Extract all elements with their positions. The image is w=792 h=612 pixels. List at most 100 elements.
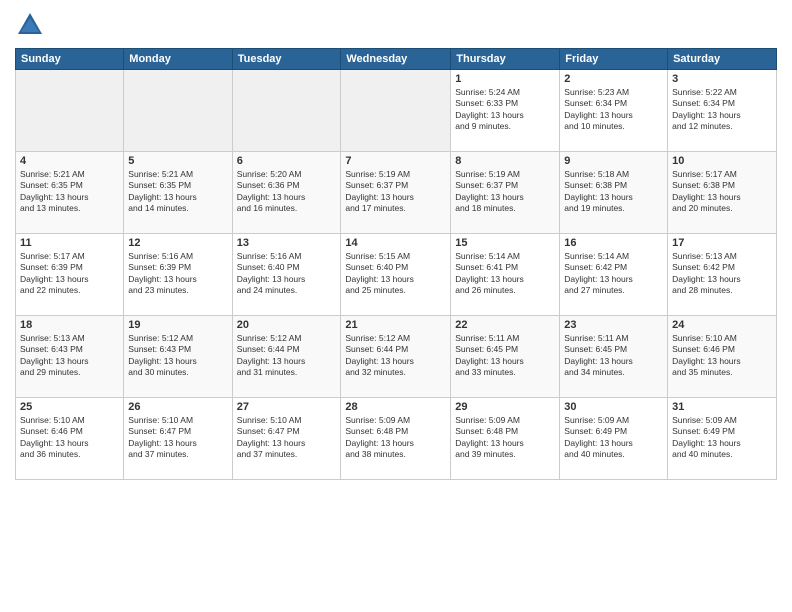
calendar-cell: 8 Sunrise: 5:19 AMSunset: 6:37 PMDaylight… bbox=[451, 152, 560, 234]
day-number: 30 bbox=[564, 401, 663, 413]
calendar-cell: 17 Sunrise: 5:13 AMSunset: 6:42 PMDayligh… bbox=[668, 234, 777, 316]
day-info: Sunrise: 5:09 AMSunset: 6:48 PMDaylight:… bbox=[345, 415, 446, 461]
col-header-friday: Friday bbox=[560, 49, 668, 70]
day-number: 15 bbox=[455, 237, 555, 249]
calendar-cell: 14 Sunrise: 5:15 AMSunset: 6:40 PMDayligh… bbox=[341, 234, 451, 316]
day-info: Sunrise: 5:19 AMSunset: 6:37 PMDaylight:… bbox=[455, 169, 555, 215]
day-number: 13 bbox=[237, 237, 337, 249]
day-number: 16 bbox=[564, 237, 663, 249]
col-header-wednesday: Wednesday bbox=[341, 49, 451, 70]
day-info: Sunrise: 5:24 AMSunset: 6:33 PMDaylight:… bbox=[455, 87, 555, 133]
calendar-cell: 25Sunrise: 5:10 AMSunset: 6:46 PMDayligh… bbox=[16, 398, 124, 480]
col-header-tuesday: Tuesday bbox=[232, 49, 341, 70]
day-number: 10 bbox=[672, 155, 772, 167]
day-info: Sunrise: 5:10 AMSunset: 6:47 PMDaylight:… bbox=[128, 415, 227, 461]
day-number: 31 bbox=[672, 401, 772, 413]
calendar-cell: 15 Sunrise: 5:14 AMSunset: 6:41 PMDayligh… bbox=[451, 234, 560, 316]
calendar-cell bbox=[16, 70, 124, 152]
day-info: Sunrise: 5:12 AMSunset: 6:44 PMDaylight:… bbox=[345, 333, 446, 379]
calendar-week-row: 25Sunrise: 5:10 AMSunset: 6:46 PMDayligh… bbox=[16, 398, 777, 480]
calendar-header-row: SundayMondayTuesdayWednesdayThursdayFrid… bbox=[16, 49, 777, 70]
day-info: Sunrise: 5:09 AMSunset: 6:48 PMDaylight:… bbox=[455, 415, 555, 461]
day-number: 28 bbox=[345, 401, 446, 413]
day-number: 11 bbox=[20, 237, 119, 249]
day-info: Sunrise: 5:11 AMSunset: 6:45 PMDaylight:… bbox=[564, 333, 663, 379]
calendar: SundayMondayTuesdayWednesdayThursdayFrid… bbox=[15, 48, 777, 480]
day-info: Sunrise: 5:20 AMSunset: 6:36 PMDaylight:… bbox=[237, 169, 337, 215]
day-number: 29 bbox=[455, 401, 555, 413]
calendar-cell: 26 Sunrise: 5:10 AMSunset: 6:47 PMDayligh… bbox=[124, 398, 232, 480]
day-info: Sunrise: 5:15 AMSunset: 6:40 PMDaylight:… bbox=[345, 251, 446, 297]
day-info: Sunrise: 5:14 AMSunset: 6:42 PMDaylight:… bbox=[564, 251, 663, 297]
day-info: Sunrise: 5:19 AMSunset: 6:37 PMDaylight:… bbox=[345, 169, 446, 215]
day-number: 26 bbox=[128, 401, 227, 413]
day-number: 24 bbox=[672, 319, 772, 331]
calendar-cell: 29 Sunrise: 5:09 AMSunset: 6:48 PMDayligh… bbox=[451, 398, 560, 480]
day-number: 23 bbox=[564, 319, 663, 331]
day-number: 17 bbox=[672, 237, 772, 249]
calendar-cell: 13Sunrise: 5:16 AMSunset: 6:40 PMDayligh… bbox=[232, 234, 341, 316]
col-header-sunday: Sunday bbox=[16, 49, 124, 70]
day-number: 3 bbox=[672, 73, 772, 85]
calendar-cell: 6 Sunrise: 5:20 AMSunset: 6:36 PMDaylight… bbox=[232, 152, 341, 234]
day-number: 12 bbox=[128, 237, 227, 249]
day-info: Sunrise: 5:12 AMSunset: 6:44 PMDaylight:… bbox=[237, 333, 337, 379]
day-number: 9 bbox=[564, 155, 663, 167]
day-number: 19 bbox=[128, 319, 227, 331]
calendar-cell: 31 Sunrise: 5:09 AMSunset: 6:49 PMDayligh… bbox=[668, 398, 777, 480]
col-header-saturday: Saturday bbox=[668, 49, 777, 70]
day-info: Sunrise: 5:09 AMSunset: 6:49 PMDaylight:… bbox=[564, 415, 663, 461]
calendar-cell: 4 Sunrise: 5:21 AMSunset: 6:35 PMDaylight… bbox=[16, 152, 124, 234]
day-info: Sunrise: 5:14 AMSunset: 6:41 PMDaylight:… bbox=[455, 251, 555, 297]
day-number: 14 bbox=[345, 237, 446, 249]
calendar-week-row: 18Sunrise: 5:13 AMSunset: 6:43 PMDayligh… bbox=[16, 316, 777, 398]
calendar-week-row: 1Sunrise: 5:24 AMSunset: 6:33 PMDaylight… bbox=[16, 70, 777, 152]
logo-icon bbox=[15, 10, 45, 40]
day-info: Sunrise: 5:10 AMSunset: 6:47 PMDaylight:… bbox=[237, 415, 337, 461]
calendar-cell: 30 Sunrise: 5:09 AMSunset: 6:49 PMDayligh… bbox=[560, 398, 668, 480]
day-info: Sunrise: 5:13 AMSunset: 6:43 PMDaylight:… bbox=[20, 333, 119, 379]
day-number: 6 bbox=[237, 155, 337, 167]
calendar-cell bbox=[124, 70, 232, 152]
day-info: Sunrise: 5:21 AMSunset: 6:35 PMDaylight:… bbox=[128, 169, 227, 215]
day-info: Sunrise: 5:23 AMSunset: 6:34 PMDaylight:… bbox=[564, 87, 663, 133]
col-header-thursday: Thursday bbox=[451, 49, 560, 70]
day-number: 8 bbox=[455, 155, 555, 167]
col-header-monday: Monday bbox=[124, 49, 232, 70]
calendar-cell: 27 Sunrise: 5:10 AMSunset: 6:47 PMDayligh… bbox=[232, 398, 341, 480]
calendar-week-row: 11 Sunrise: 5:17 AMSunset: 6:39 PMDayligh… bbox=[16, 234, 777, 316]
day-info: Sunrise: 5:22 AMSunset: 6:34 PMDaylight:… bbox=[672, 87, 772, 133]
calendar-cell: 9 Sunrise: 5:18 AMSunset: 6:38 PMDaylight… bbox=[560, 152, 668, 234]
day-info: Sunrise: 5:11 AMSunset: 6:45 PMDaylight:… bbox=[455, 333, 555, 379]
calendar-cell: 11 Sunrise: 5:17 AMSunset: 6:39 PMDayligh… bbox=[16, 234, 124, 316]
calendar-cell: 18Sunrise: 5:13 AMSunset: 6:43 PMDayligh… bbox=[16, 316, 124, 398]
calendar-week-row: 4 Sunrise: 5:21 AMSunset: 6:35 PMDaylight… bbox=[16, 152, 777, 234]
day-number: 22 bbox=[455, 319, 555, 331]
page: SundayMondayTuesdayWednesdayThursdayFrid… bbox=[0, 0, 792, 612]
day-info: Sunrise: 5:10 AMSunset: 6:46 PMDaylight:… bbox=[672, 333, 772, 379]
calendar-cell: 19Sunrise: 5:12 AMSunset: 6:43 PMDayligh… bbox=[124, 316, 232, 398]
calendar-cell: 23 Sunrise: 5:11 AMSunset: 6:45 PMDayligh… bbox=[560, 316, 668, 398]
calendar-cell: 21Sunrise: 5:12 AMSunset: 6:44 PMDayligh… bbox=[341, 316, 451, 398]
calendar-cell: 7Sunrise: 5:19 AMSunset: 6:37 PMDaylight… bbox=[341, 152, 451, 234]
calendar-cell: 12Sunrise: 5:16 AMSunset: 6:39 PMDayligh… bbox=[124, 234, 232, 316]
day-number: 2 bbox=[564, 73, 663, 85]
calendar-cell: 1Sunrise: 5:24 AMSunset: 6:33 PMDaylight… bbox=[451, 70, 560, 152]
day-info: Sunrise: 5:10 AMSunset: 6:46 PMDaylight:… bbox=[20, 415, 119, 461]
calendar-cell: 2 Sunrise: 5:23 AMSunset: 6:34 PMDaylight… bbox=[560, 70, 668, 152]
logo bbox=[15, 10, 49, 40]
calendar-cell: 24 Sunrise: 5:10 AMSunset: 6:46 PMDayligh… bbox=[668, 316, 777, 398]
calendar-cell: 22 Sunrise: 5:11 AMSunset: 6:45 PMDayligh… bbox=[451, 316, 560, 398]
day-info: Sunrise: 5:13 AMSunset: 6:42 PMDaylight:… bbox=[672, 251, 772, 297]
calendar-cell bbox=[341, 70, 451, 152]
day-info: Sunrise: 5:17 AMSunset: 6:38 PMDaylight:… bbox=[672, 169, 772, 215]
day-info: Sunrise: 5:17 AMSunset: 6:39 PMDaylight:… bbox=[20, 251, 119, 297]
calendar-cell: 10 Sunrise: 5:17 AMSunset: 6:38 PMDayligh… bbox=[668, 152, 777, 234]
day-number: 27 bbox=[237, 401, 337, 413]
day-info: Sunrise: 5:21 AMSunset: 6:35 PMDaylight:… bbox=[20, 169, 119, 215]
calendar-cell: 3 Sunrise: 5:22 AMSunset: 6:34 PMDaylight… bbox=[668, 70, 777, 152]
day-number: 4 bbox=[20, 155, 119, 167]
day-info: Sunrise: 5:09 AMSunset: 6:49 PMDaylight:… bbox=[672, 415, 772, 461]
header bbox=[15, 10, 777, 40]
day-info: Sunrise: 5:18 AMSunset: 6:38 PMDaylight:… bbox=[564, 169, 663, 215]
